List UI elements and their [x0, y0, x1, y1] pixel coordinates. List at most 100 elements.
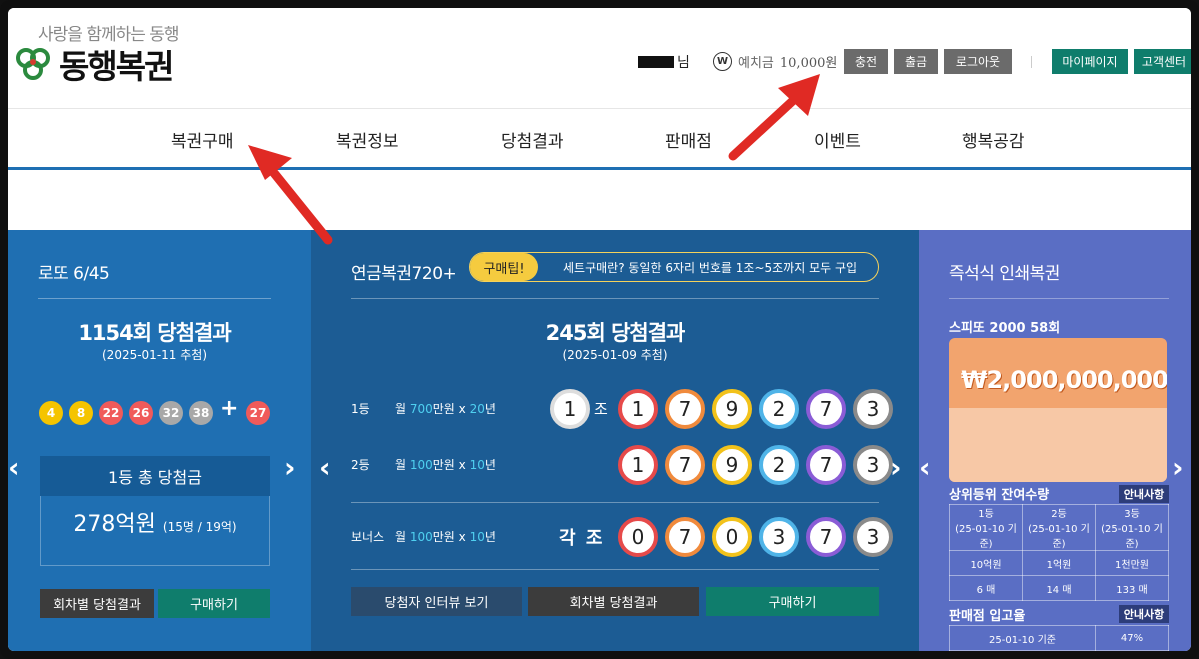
nav-item-events[interactable]: 이벤트 [814, 127, 861, 152]
won-icon: W [713, 52, 732, 71]
store-notice-button[interactable]: 안내사항 [1119, 605, 1169, 623]
lotto-history-button[interactable]: 회차별 당첨결과 [40, 589, 154, 618]
plus-icon: + [220, 396, 239, 421]
lotto-round: 1154회 당첨결과 [78, 321, 231, 345]
stock-count: 133 매 [1095, 575, 1169, 601]
nav-item-info[interactable]: 복권정보 [336, 127, 399, 152]
store-title: 판매점 입고율 [949, 609, 1026, 624]
lotto-ball: 38 [189, 401, 213, 425]
stock-header: 1등 (25-01-10 기준) [949, 504, 1023, 551]
pension-round: 245회 당첨결과 [545, 321, 686, 345]
chevron-left-icon[interactable]: ‹ [919, 451, 931, 484]
stock-count: 6 매 [949, 575, 1023, 601]
prize-desc: 월 700만원 x 20년 [395, 400, 496, 417]
mypage-button[interactable]: 마이페이지 [1052, 49, 1128, 74]
nav-item-stores[interactable]: 판매점 [665, 127, 712, 152]
pension-title[interactable]: 연금복권720+ [351, 259, 457, 284]
lotto-ball: 26 [129, 401, 153, 425]
header-divider [1031, 56, 1032, 68]
instant-product[interactable]: 스피또 2000 58회 [949, 317, 1060, 336]
user-greeting: 님 [638, 52, 690, 72]
clover-logo-icon [16, 48, 50, 80]
pension-digit-ball: 3 [853, 445, 893, 485]
prize-pre: 월 [395, 458, 410, 472]
pension-digit-ball: 7 [806, 445, 846, 485]
pension-digit-ball: 1 [618, 445, 658, 485]
pension-digit-ball: 7 [665, 445, 705, 485]
rank-label: 보너스 [351, 530, 385, 544]
divider [351, 569, 879, 570]
lotto-title[interactable]: 로또 6/45 [38, 259, 110, 284]
lotto-prize-value: 278억원 (15명 / 19억) [40, 506, 270, 538]
prize-years: 20 [469, 402, 485, 416]
pension-digit-ball: 3 [853, 517, 893, 557]
lotto-ball: 4 [39, 401, 63, 425]
prize-amount: 100 [409, 458, 433, 472]
prize-desc: 월 100만원 x 10년 [395, 456, 496, 473]
pension-buy-button[interactable]: 구매하기 [706, 587, 879, 616]
stock-table: 1등 (25-01-10 기준) 2등 (25-01-10 기준) 3등 (25-01… [949, 504, 1169, 601]
deposit-amount: 10,000원 [779, 56, 838, 71]
rank-label: 1등 [351, 402, 370, 416]
page: 사랑을 함께하는 동행 동행복권 님 W 예치금 10,000원 충전 출금 로… [8, 8, 1191, 651]
chevron-right-icon[interactable]: › [1172, 451, 1184, 484]
deposit-info: W 예치금 10,000원 [713, 52, 837, 71]
lotto-date: (2025-01-11 추첨) [102, 348, 207, 362]
stock-prize: 10억원 [949, 550, 1023, 576]
lotto-panel [8, 230, 311, 651]
logo-text: 동행복권 [59, 47, 174, 86]
store-date: 25-01-10 기준 [949, 625, 1096, 651]
interview-button[interactable]: 당첨자 인터뷰 보기 [351, 587, 522, 616]
stock-title: 상위등위 잔여수량 [949, 488, 1050, 503]
lotto-buy-button[interactable]: 구매하기 [158, 589, 270, 618]
prize-mid: 만원 x [432, 530, 470, 544]
nav-item-buy[interactable]: 복권구매 [171, 127, 234, 152]
customer-center-button[interactable]: 고객센터 [1134, 49, 1191, 74]
instant-title[interactable]: 즉석식 인쇄복권 [949, 259, 1060, 284]
store-rate: 47% [1095, 625, 1169, 651]
pension-history-button[interactable]: 회차별 당첨결과 [528, 587, 699, 616]
deposit-label: 예치금 [738, 56, 774, 71]
chevron-right-icon[interactable]: › [284, 451, 296, 484]
prize-post: 년 [484, 402, 496, 416]
prize-desc: 월 100만원 x 10년 [395, 528, 496, 545]
ticket-scratch-area [949, 408, 1167, 482]
tip-badge: 구매팁! [470, 253, 538, 281]
prize-mid: 만원 x [432, 402, 470, 416]
chevron-right-icon[interactable]: › [890, 451, 902, 484]
stock-notice-button[interactable]: 안내사항 [1119, 485, 1169, 503]
stock-prize: 1억원 [1022, 550, 1096, 576]
divider [949, 298, 1169, 299]
divider [351, 298, 879, 299]
lotto-ball: 22 [99, 401, 123, 425]
stock-count: 14 매 [1022, 575, 1096, 601]
chevron-left-icon[interactable]: ‹ [319, 451, 331, 484]
divider [351, 502, 879, 503]
pension-digit-ball: 2 [759, 445, 799, 485]
logo[interactable]: 동행복권 [13, 40, 174, 88]
pension-digit-ball: 3 [853, 389, 893, 429]
pension-digit-ball: 9 [712, 389, 752, 429]
lotto-prize-amount: 278억원 [73, 512, 156, 537]
pension-digit-ball: 1 [618, 389, 658, 429]
site-header: 사랑을 함께하는 동행 동행복권 님 W 예치금 10,000원 충전 출금 로… [8, 8, 1191, 108]
logout-button[interactable]: 로그아웃 [944, 49, 1012, 74]
prize-mid: 만원 x [432, 458, 470, 472]
nav-item-happiness[interactable]: 행복공감 [962, 127, 1025, 152]
bonus-ball: 27 [246, 401, 270, 425]
ticket-image[interactable]: ₩2,000,000,000 [949, 338, 1167, 482]
nav-item-results[interactable]: 당첨결과 [501, 127, 564, 152]
withdraw-button[interactable]: 출금 [894, 49, 938, 74]
prize-pre: 월 [395, 402, 410, 416]
pension-digit-ball: 7 [806, 517, 846, 557]
rank-label: 2등 [351, 458, 370, 472]
prize-amount: 700 [409, 402, 433, 416]
stock-header: 3등 (25-01-10 기준) [1095, 504, 1169, 551]
charge-button[interactable]: 충전 [844, 49, 888, 74]
chevron-left-icon[interactable]: ‹ [8, 451, 20, 484]
pension-digit-ball: 0 [712, 517, 752, 557]
user-suffix: 님 [677, 55, 690, 71]
prize-post: 년 [484, 530, 496, 544]
group-label: 조 [594, 400, 608, 418]
group-ball: 1 [550, 389, 590, 429]
